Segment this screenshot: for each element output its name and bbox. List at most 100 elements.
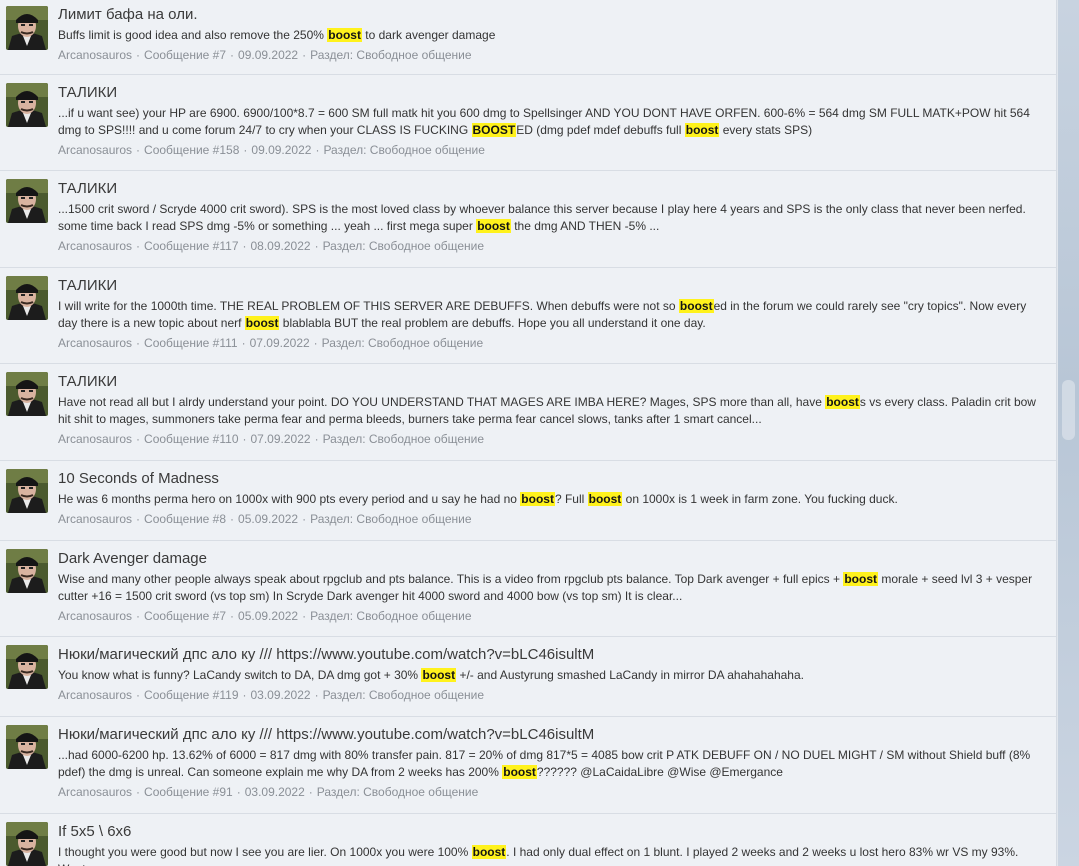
scrollbar-thumb[interactable]	[1062, 380, 1075, 440]
search-highlight: boost	[678, 299, 714, 313]
avatar[interactable]	[6, 372, 48, 416]
meta-author[interactable]: Arcanosauros	[58, 609, 132, 623]
meta-author[interactable]: Arcanosauros	[58, 432, 132, 446]
search-highlight: boost	[244, 316, 280, 330]
meta-section[interactable]: Раздел: Свободное общение	[323, 143, 484, 157]
result-meta: Arcanosauros · Сообщение #110 · 07.09.2022 · Р…	[58, 432, 1048, 446]
meta-post[interactable]: Сообщение #158	[144, 143, 239, 157]
result-snippet: Buffs limit is good idea and also remove…	[58, 27, 1048, 44]
result-title[interactable]: 10 Seconds of Madness	[58, 470, 1048, 488]
meta-section[interactable]: Раздел: Свободное общение	[323, 688, 484, 702]
search-result: Нюки/магический дпс ало ку /// https://w…	[0, 717, 1056, 814]
result-title[interactable]: Dark Avenger damage	[58, 550, 1048, 568]
meta-separator: ·	[314, 239, 319, 253]
meta-separator: ·	[313, 336, 318, 350]
search-result: Dark Avenger damage Wise and many other p…	[0, 541, 1056, 637]
meta-post[interactable]: Сообщение #117	[144, 239, 238, 253]
result-snippet: ...if u want see) your HP are 6900. 6900…	[58, 105, 1048, 139]
snippet-text: Wise and many other people always speak …	[58, 572, 844, 586]
meta-section[interactable]: Раздел: Свободное общение	[317, 785, 478, 799]
meta-separator: ·	[242, 432, 247, 446]
result-title[interactable]: Нюки/магический дпс ало ку /// https://w…	[58, 726, 1048, 744]
avatar[interactable]	[6, 179, 48, 223]
meta-date: 03.09.2022	[250, 688, 311, 702]
result-title[interactable]: ТАЛИКИ	[58, 373, 1048, 391]
search-highlight: boost	[471, 845, 507, 859]
meta-section[interactable]: Раздел: Свободное общение	[323, 432, 484, 446]
avatar[interactable]	[6, 549, 48, 593]
avatar[interactable]	[6, 469, 48, 513]
avatar[interactable]	[6, 276, 48, 320]
search-result: ТАЛИКИ ...if u want see) your HP are 6900…	[0, 75, 1056, 171]
result-meta: Arcanosauros · Сообщение #91 · 03.09.2022 · Ра…	[58, 785, 1048, 799]
result-body: Нюки/магический дпс ало ку /// https://w…	[58, 646, 1048, 702]
result-title[interactable]: Лимит бафа на оли.	[58, 6, 1048, 24]
meta-author[interactable]: Arcanosauros	[58, 336, 132, 350]
result-snippet: He was 6 months perma hero on 1000x with…	[58, 491, 1048, 508]
result-body: ТАЛИКИ I will write for the 1000th time. …	[58, 277, 1048, 350]
meta-separator: ·	[302, 609, 307, 623]
meta-section[interactable]: Раздел: Свободное общение	[310, 512, 471, 526]
meta-separator: ·	[302, 48, 307, 62]
scrollbar[interactable]	[1058, 0, 1079, 866]
result-title[interactable]: ТАЛИКИ	[58, 277, 1048, 295]
meta-post[interactable]: Сообщение #7	[144, 48, 226, 62]
search-result: 10 Seconds of Madness He was 6 months per…	[0, 461, 1056, 541]
result-body: 10 Seconds of Madness He was 6 months per…	[58, 470, 1048, 526]
result-meta: Arcanosauros · Сообщение #119 · 03.09.2022 · Р…	[58, 688, 1048, 702]
meta-section[interactable]: Раздел: Свободное общение	[322, 336, 483, 350]
meta-section[interactable]: Раздел: Свободное общение	[310, 48, 471, 62]
meta-author[interactable]: Arcanosauros	[58, 143, 132, 157]
meta-author[interactable]: Arcanosauros	[58, 239, 132, 253]
snippet-text: He was 6 months perma hero on 1000x with…	[58, 492, 521, 506]
meta-post[interactable]: Сообщение #91	[144, 785, 233, 799]
meta-separator: ·	[315, 143, 320, 157]
search-result: Нюки/магический дпс ало ку /// https://w…	[0, 637, 1056, 717]
snippet-text: I will write for the 1000th time. THE RE…	[58, 299, 679, 313]
meta-separator: ·	[236, 785, 241, 799]
meta-section[interactable]: Раздел: Свободное общение	[310, 609, 471, 623]
meta-post[interactable]: Сообщение #7	[144, 609, 226, 623]
meta-separator: ·	[136, 336, 141, 350]
result-title[interactable]: Нюки/магический дпс ало ку /// https://w…	[58, 646, 1048, 664]
snippet-text: ?????? @LaCaidaLibre @Wise @Emergance	[536, 765, 783, 779]
result-body: If 5x5 \ 6x6 I thought you were good but …	[58, 823, 1048, 866]
meta-date: 05.09.2022	[238, 609, 299, 623]
result-title[interactable]: ТАЛИКИ	[58, 180, 1048, 198]
result-title[interactable]: ТАЛИКИ	[58, 84, 1048, 102]
avatar[interactable]	[6, 645, 48, 689]
meta-post[interactable]: Сообщение #119	[144, 688, 238, 702]
avatar[interactable]	[6, 6, 48, 50]
meta-separator: ·	[241, 336, 246, 350]
meta-section[interactable]: Раздел: Свободное общение	[323, 239, 484, 253]
avatar[interactable]	[6, 725, 48, 769]
search-highlight: boost	[684, 123, 720, 137]
result-meta: Arcanosauros · Сообщение #158 · 09.09.2022 · Р…	[58, 143, 1048, 157]
snippet-text: +/- and Austyrung smashed LaCandy in mir…	[456, 668, 804, 682]
meta-author[interactable]: Arcanosauros	[58, 688, 132, 702]
snippet-text: ED (dmg pdef mdef debuffs full	[516, 123, 685, 137]
meta-post[interactable]: Сообщение #111	[144, 336, 238, 350]
meta-author[interactable]: Arcanosauros	[58, 785, 132, 799]
meta-separator: ·	[136, 785, 141, 799]
result-snippet: Have not read all but I alrdy understand…	[58, 394, 1048, 428]
search-result: ТАЛИКИ Have not read all but I alrdy unde…	[0, 364, 1056, 461]
meta-separator: ·	[136, 688, 141, 702]
meta-author[interactable]: Arcanosauros	[58, 512, 132, 526]
result-meta: Arcanosauros · Сообщение #111 · 07.09.2022 · Р…	[58, 336, 1048, 350]
search-highlight: boost	[825, 395, 860, 409]
meta-date: 07.09.2022	[250, 432, 311, 446]
meta-post[interactable]: Сообщение #8	[144, 512, 226, 526]
snippet-text: on 1000x is 1 week in farm zone. You fuc…	[622, 492, 898, 506]
result-title[interactable]: If 5x5 \ 6x6	[58, 823, 1048, 841]
result-snippet: ...1500 crit sword / Scryde 4000 crit sw…	[58, 201, 1048, 235]
avatar[interactable]	[6, 83, 48, 127]
meta-date: 09.09.2022	[238, 48, 299, 62]
meta-author[interactable]: Arcanosauros	[58, 48, 132, 62]
meta-date: 08.09.2022	[250, 239, 311, 253]
meta-post[interactable]: Сообщение #110	[144, 432, 238, 446]
meta-separator: ·	[243, 143, 248, 157]
snippet-text: blablabla BUT the real problem are debuf…	[279, 316, 706, 330]
result-body: ТАЛИКИ Have not read all but I alrdy unde…	[58, 373, 1048, 446]
avatar[interactable]	[6, 822, 48, 866]
